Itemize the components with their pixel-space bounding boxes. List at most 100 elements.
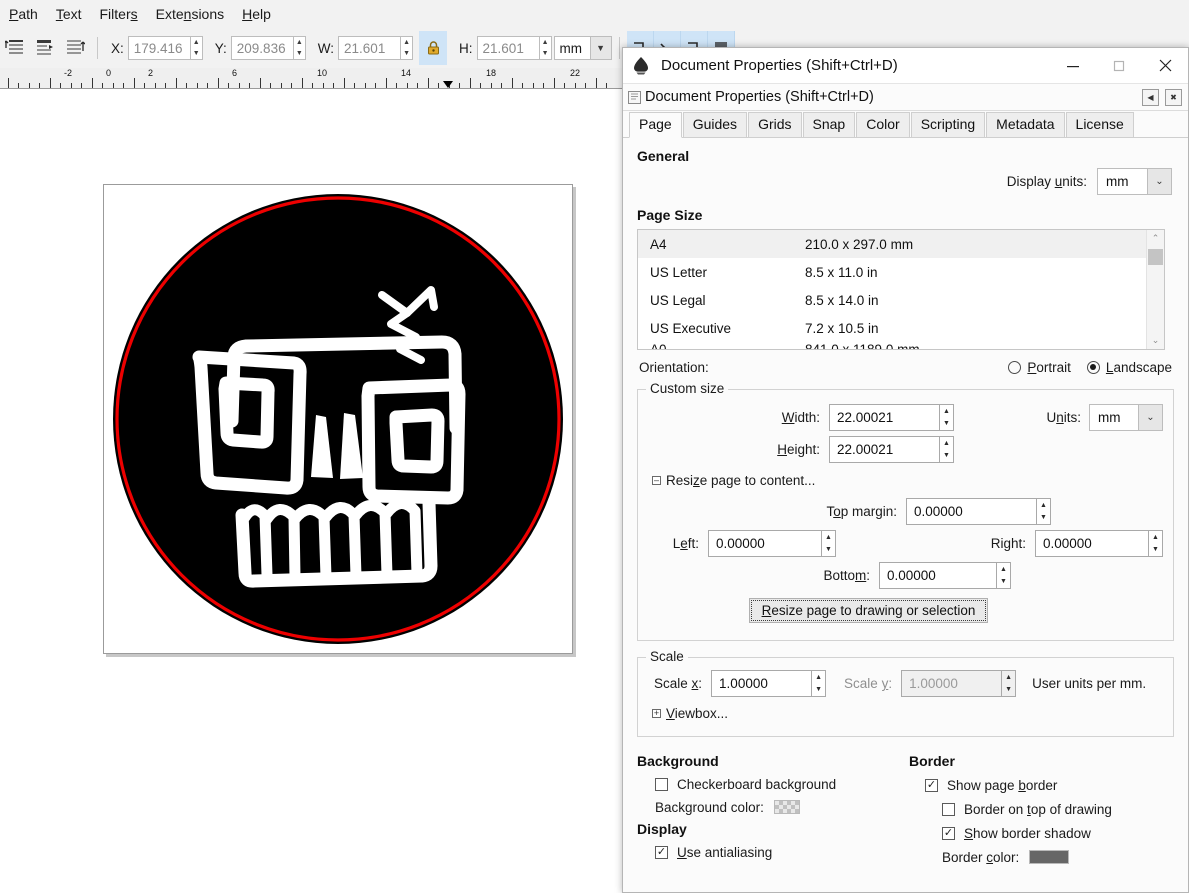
checkerboard-background-checkbox[interactable]	[655, 777, 668, 791]
display-units-combo[interactable]: mm ⌄	[1097, 168, 1172, 195]
tab-grids[interactable]: Grids	[748, 112, 802, 137]
y-field[interactable]: 209.836 ▲ ▼	[230, 36, 306, 60]
skull-circle-logo[interactable]	[104, 185, 572, 653]
custom-units-value[interactable]: mm	[1089, 404, 1138, 431]
toolbar-units-combo[interactable]: mm ▼	[553, 36, 612, 60]
expander-minus-icon[interactable]: –	[652, 476, 661, 485]
page-size-list[interactable]: A4 210.0 x 297.0 mm US Letter 8.5 x 11.0…	[637, 229, 1165, 350]
page-size-row-a4[interactable]: A4 210.0 x 297.0 mm	[638, 230, 1164, 258]
w-field[interactable]: 21.601 ▲ ▼	[338, 36, 414, 60]
tab-snap[interactable]: Snap	[802, 112, 856, 137]
maximize-icon[interactable]	[1096, 49, 1142, 83]
y-value[interactable]: 209.836	[230, 36, 293, 60]
custom-units-combo[interactable]: mm ⌄	[1089, 404, 1163, 431]
ruler-label: 0	[106, 68, 112, 78]
viewbox-expander[interactable]: + Viewbox...	[652, 706, 1163, 721]
menu-extensions[interactable]: Extensions	[147, 2, 234, 26]
background-color-swatch[interactable]	[773, 800, 800, 814]
scroll-down-icon[interactable]: ⌄	[1147, 332, 1164, 349]
border-on-top-label: Border on top of drawing	[964, 801, 1112, 817]
width-field[interactable]: 22.00021 ▲ ▼	[829, 404, 954, 431]
orientation-portrait-radio[interactable]	[1008, 361, 1022, 374]
bottom-margin-value[interactable]: 0.00000	[879, 562, 996, 589]
h-field[interactable]: 21.601 ▲ ▼	[476, 36, 552, 60]
resize-page-button[interactable]: Resize page to drawing or selection	[748, 598, 989, 623]
scale-x-stepper[interactable]: ▲ ▼	[811, 670, 827, 697]
resize-to-content-expander[interactable]: – Resize page to content...	[652, 473, 1163, 488]
scale-x-value[interactable]: 1.00000	[711, 670, 812, 697]
page-size-row-us-executive[interactable]: US Executive 7.2 x 10.5 in	[638, 314, 1164, 342]
left-margin-field[interactable]: 0.00000 ▲ ▼	[708, 530, 836, 557]
page-size-row-a0[interactable]: A0 841.0 x 1189.0 mm	[638, 342, 1164, 349]
tab-metadata[interactable]: Metadata	[986, 112, 1065, 137]
scale-x-field[interactable]: 1.00000 ▲ ▼	[711, 670, 827, 697]
page-size-row-us-legal[interactable]: US Legal 8.5 x 14.0 in	[638, 286, 1164, 314]
scale-legend: Scale	[646, 649, 688, 664]
h-stepper[interactable]: ▲ ▼	[538, 36, 552, 60]
raise-step-icon[interactable]	[62, 35, 88, 61]
menu-text[interactable]: Text	[47, 2, 91, 26]
orientation-landscape-radio[interactable]	[1086, 361, 1100, 374]
scrollbar-thumb[interactable]	[1148, 249, 1163, 265]
document-properties-dialog[interactable]: Document Properties (Shift+Ctrl+D) Docum…	[622, 47, 1189, 893]
expander-plus-icon[interactable]: +	[652, 709, 661, 718]
y-stepper[interactable]: ▲ ▼	[292, 36, 306, 60]
raise-to-top-icon[interactable]	[2, 35, 28, 61]
toolbar-units-value[interactable]: mm	[553, 36, 590, 60]
height-value[interactable]: 22.00021	[829, 436, 939, 463]
height-field[interactable]: 22.00021 ▲ ▼	[829, 436, 954, 463]
tab-page[interactable]: Page	[629, 112, 682, 138]
dialog-title-bar[interactable]: Document Properties (Shift+Ctrl+D)	[623, 48, 1188, 84]
menu-help[interactable]: Help	[233, 2, 280, 26]
top-margin-value[interactable]: 0.00000	[906, 498, 1036, 525]
scroll-up-icon[interactable]: ⌃	[1147, 230, 1164, 247]
chevron-down-icon[interactable]: ⌄	[1138, 404, 1163, 431]
chevron-down-icon[interactable]: ⌄	[1147, 168, 1172, 195]
close-icon[interactable]	[1142, 49, 1188, 83]
right-margin-stepper[interactable]: ▲ ▼	[1148, 530, 1163, 557]
lower-step-icon[interactable]	[32, 35, 58, 61]
orientation-portrait-label: Portrait	[1027, 360, 1071, 375]
x-value[interactable]: 179.416	[127, 36, 190, 60]
border-column: Border ✓ Show page border Border on top …	[909, 753, 1178, 869]
border-color-swatch[interactable]	[1029, 850, 1070, 864]
w-value[interactable]: 21.601	[338, 36, 401, 60]
x-field[interactable]: 179.416 ▲ ▼	[127, 36, 203, 60]
dialog-tabs[interactable]: Page Guides Grids Snap Color Scripting M…	[623, 111, 1188, 138]
show-border-shadow-checkbox[interactable]: ✓	[942, 826, 955, 840]
top-margin-stepper[interactable]: ▲ ▼	[1036, 498, 1051, 525]
tab-color[interactable]: Color	[856, 112, 910, 137]
dock-collapse-icon[interactable]: ◀	[1142, 88, 1159, 106]
lock-width-height-icon[interactable]	[419, 31, 448, 65]
left-margin-value[interactable]: 0.00000	[708, 530, 821, 557]
right-margin-value[interactable]: 0.00000	[1035, 530, 1148, 557]
tab-guides[interactable]: Guides	[682, 112, 748, 137]
width-stepper[interactable]: ▲ ▼	[939, 404, 954, 431]
border-on-top-checkbox[interactable]	[942, 802, 955, 816]
left-margin-stepper[interactable]: ▲ ▼	[821, 530, 836, 557]
h-value[interactable]: 21.601	[476, 36, 539, 60]
display-units-value[interactable]: mm	[1097, 168, 1147, 195]
dialog-dock-bar[interactable]: Document Properties (Shift+Ctrl+D) ◀ ✖	[623, 84, 1188, 111]
w-stepper[interactable]: ▲ ▼	[400, 36, 414, 60]
dock-close-icon[interactable]: ✖	[1165, 88, 1182, 106]
tab-scripting[interactable]: Scripting	[910, 112, 986, 137]
show-page-border-checkbox[interactable]: ✓	[925, 778, 938, 792]
page-size-row-us-letter[interactable]: US Letter 8.5 x 11.0 in	[638, 258, 1164, 286]
drawing-page[interactable]	[103, 184, 573, 654]
x-stepper[interactable]: ▲ ▼	[189, 36, 203, 60]
width-value[interactable]: 22.00021	[829, 404, 939, 431]
menu-filters[interactable]: Filters	[91, 2, 147, 26]
tab-license[interactable]: License	[1065, 112, 1134, 137]
top-margin-field[interactable]: 0.00000 ▲ ▼	[906, 498, 1051, 525]
page-size-scrollbar[interactable]: ⌃ ⌄	[1146, 230, 1164, 349]
right-margin-field[interactable]: 0.00000 ▲ ▼	[1035, 530, 1163, 557]
chevron-down-icon[interactable]: ▼	[589, 36, 612, 60]
bottom-margin-stepper[interactable]: ▲ ▼	[996, 562, 1011, 589]
background-display-column: Background Checkerboard background Backg…	[633, 753, 909, 863]
use-antialiasing-checkbox[interactable]: ✓	[655, 845, 668, 859]
menu-path[interactable]: Path	[0, 2, 47, 26]
minimize-icon[interactable]	[1050, 49, 1096, 83]
height-stepper[interactable]: ▲ ▼	[939, 436, 954, 463]
bottom-margin-field[interactable]: 0.00000 ▲ ▼	[879, 562, 1011, 589]
